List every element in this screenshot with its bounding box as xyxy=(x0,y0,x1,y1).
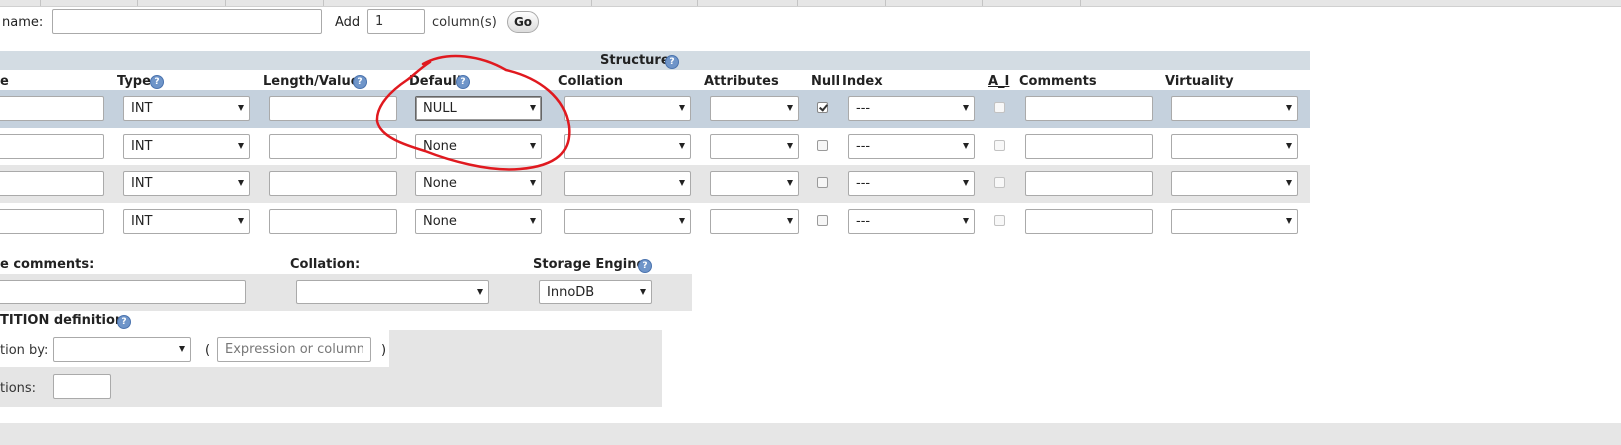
red-annotation-circle xyxy=(375,54,571,171)
annotation-overlay xyxy=(375,54,571,171)
